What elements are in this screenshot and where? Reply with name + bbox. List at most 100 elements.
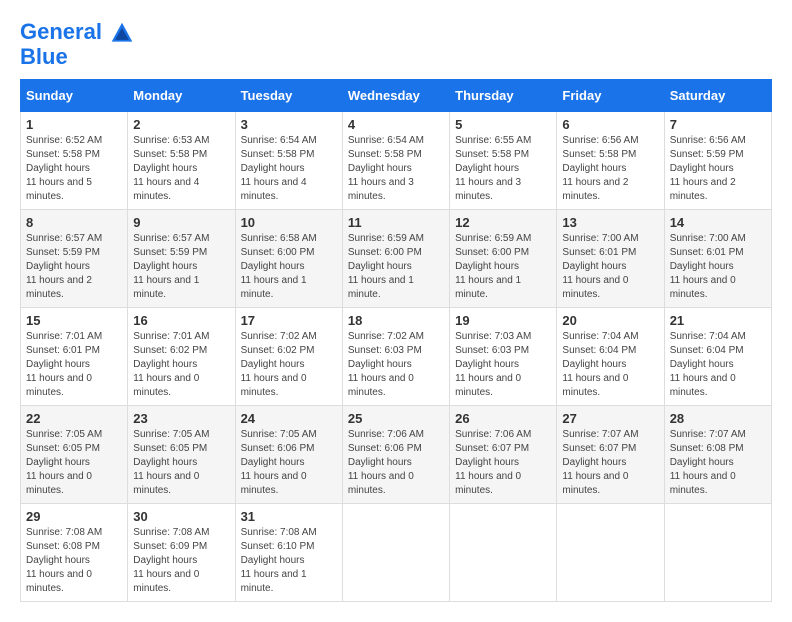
calendar-cell: 26 Sunrise: 7:06 AMSunset: 6:07 PMDayligh… <box>450 406 557 504</box>
calendar-cell: 31Sunrise: 7:08 AMSunset: 6:10 PMDayligh… <box>235 504 342 602</box>
day-info: Sunrise: 7:04 AMSunset: 6:04 PMDaylight … <box>562 330 658 400</box>
logo-text: General <box>20 20 134 45</box>
calendar-cell: 4 Sunrise: 6:54 AMSunset: 5:58 PMDaylight… <box>342 112 449 210</box>
day-number: 2 <box>133 117 229 132</box>
calendar-cell: 25Sunrise: 7:06 AMSunset: 6:06 PMDayligh… <box>342 406 449 504</box>
header-friday: Friday <box>557 80 664 112</box>
header-monday: Monday <box>128 80 235 112</box>
calendar-cell: 2 Sunrise: 6:53 AMSunset: 5:58 PMDaylight… <box>128 112 235 210</box>
day-number: 27 <box>562 411 658 426</box>
calendar-cell: 1Sunrise: 6:52 AMSunset: 5:58 PMDaylight… <box>21 112 128 210</box>
calendar-cell: 14 Sunrise: 7:00 AMSunset: 6:01 PMDayligh… <box>664 210 771 308</box>
logo-icon <box>110 21 134 45</box>
calendar-cell: 16 Sunrise: 7:01 AMSunset: 6:02 PMDayligh… <box>128 308 235 406</box>
calendar-cell: 13Sunrise: 7:00 AMSunset: 6:01 PMDayligh… <box>557 210 664 308</box>
header-saturday: Saturday <box>664 80 771 112</box>
calendar-cell: 8 Sunrise: 6:57 AMSunset: 5:59 PMDaylight… <box>21 210 128 308</box>
day-info: Sunrise: 7:02 AMSunset: 6:02 PMDaylight … <box>241 330 337 400</box>
calendar-cell: 21Sunrise: 7:04 AMSunset: 6:04 PMDayligh… <box>664 308 771 406</box>
calendar-table: SundayMondayTuesdayWednesdayThursdayFrid… <box>20 79 772 602</box>
day-info: Sunrise: 7:06 AMSunset: 6:07 PMDaylight … <box>455 428 551 498</box>
day-info: Sunrise: 7:03 AMSunset: 6:03 PMDaylight … <box>455 330 551 400</box>
day-number: 28 <box>670 411 766 426</box>
calendar-header-row: SundayMondayTuesdayWednesdayThursdayFrid… <box>21 80 772 112</box>
calendar-cell: 12 Sunrise: 6:59 AMSunset: 6:00 PMDayligh… <box>450 210 557 308</box>
day-number: 25 <box>348 411 444 426</box>
day-info: Sunrise: 6:58 AMSunset: 6:00 PMDaylight … <box>241 232 337 302</box>
day-info: Sunrise: 7:01 AMSunset: 6:01 PMDaylight … <box>26 330 122 400</box>
day-number: 21 <box>670 313 766 328</box>
calendar-cell <box>557 504 664 602</box>
calendar-cell: 11 Sunrise: 6:59 AMSunset: 6:00 PMDayligh… <box>342 210 449 308</box>
day-number: 22 <box>26 411 122 426</box>
day-info: Sunrise: 6:59 AMSunset: 6:00 PMDaylight … <box>455 232 551 302</box>
day-number: 9 <box>133 215 229 230</box>
calendar-row: 1Sunrise: 6:52 AMSunset: 5:58 PMDaylight… <box>21 112 772 210</box>
calendar-row: 22 Sunrise: 7:05 AMSunset: 6:05 PMDayligh… <box>21 406 772 504</box>
day-info: Sunrise: 7:05 AMSunset: 6:06 PMDaylight … <box>241 428 337 498</box>
calendar-cell: 30Sunrise: 7:08 AMSunset: 6:09 PMDayligh… <box>128 504 235 602</box>
day-info: Sunrise: 6:56 AMSunset: 5:59 PMDaylight … <box>670 134 766 204</box>
day-number: 18 <box>348 313 444 328</box>
calendar-cell: 9 Sunrise: 6:57 AMSunset: 5:59 PMDaylight… <box>128 210 235 308</box>
calendar-cell: 10 Sunrise: 6:58 AMSunset: 6:00 PMDayligh… <box>235 210 342 308</box>
day-info: Sunrise: 7:05 AMSunset: 6:05 PMDaylight … <box>133 428 229 498</box>
day-number: 10 <box>241 215 337 230</box>
calendar-cell <box>342 504 449 602</box>
day-number: 8 <box>26 215 122 230</box>
day-number: 26 <box>455 411 551 426</box>
day-info: Sunrise: 7:08 AMSunset: 6:10 PMDaylight … <box>241 526 337 596</box>
day-number: 7 <box>670 117 766 132</box>
day-info: Sunrise: 7:00 AMSunset: 6:01 PMDaylight … <box>562 232 658 302</box>
calendar-cell: 23 Sunrise: 7:05 AMSunset: 6:05 PMDayligh… <box>128 406 235 504</box>
calendar-cell: 15Sunrise: 7:01 AMSunset: 6:01 PMDayligh… <box>21 308 128 406</box>
day-number: 3 <box>241 117 337 132</box>
day-number: 16 <box>133 313 229 328</box>
day-number: 29 <box>26 509 122 524</box>
calendar-cell: 18 Sunrise: 7:02 AMSunset: 6:03 PMDayligh… <box>342 308 449 406</box>
logo-text-blue: Blue <box>20 45 134 69</box>
day-number: 19 <box>455 313 551 328</box>
calendar-row: 29 Sunrise: 7:08 AMSunset: 6:08 PMDayligh… <box>21 504 772 602</box>
header-sunday: Sunday <box>21 80 128 112</box>
day-info: Sunrise: 6:57 AMSunset: 5:59 PMDaylight … <box>133 232 229 302</box>
calendar-row: 15Sunrise: 7:01 AMSunset: 6:01 PMDayligh… <box>21 308 772 406</box>
day-info: Sunrise: 6:53 AMSunset: 5:58 PMDaylight … <box>133 134 229 204</box>
day-info: Sunrise: 7:07 AMSunset: 6:07 PMDaylight … <box>562 428 658 498</box>
header-wednesday: Wednesday <box>342 80 449 112</box>
day-info: Sunrise: 7:05 AMSunset: 6:05 PMDaylight … <box>26 428 122 498</box>
calendar-cell: 28Sunrise: 7:07 AMSunset: 6:08 PMDayligh… <box>664 406 771 504</box>
page-header: General Blue <box>20 20 772 69</box>
calendar-row: 8 Sunrise: 6:57 AMSunset: 5:59 PMDaylight… <box>21 210 772 308</box>
day-number: 14 <box>670 215 766 230</box>
day-info: Sunrise: 7:08 AMSunset: 6:09 PMDaylight … <box>133 526 229 596</box>
day-info: Sunrise: 6:56 AMSunset: 5:58 PMDaylight … <box>562 134 658 204</box>
day-info: Sunrise: 6:55 AMSunset: 5:58 PMDaylight … <box>455 134 551 204</box>
day-info: Sunrise: 7:01 AMSunset: 6:02 PMDaylight … <box>133 330 229 400</box>
calendar-cell: 19 Sunrise: 7:03 AMSunset: 6:03 PMDayligh… <box>450 308 557 406</box>
logo: General Blue <box>20 20 134 69</box>
day-info: Sunrise: 6:59 AMSunset: 6:00 PMDaylight … <box>348 232 444 302</box>
calendar-cell <box>450 504 557 602</box>
calendar-cell: 7 Sunrise: 6:56 AMSunset: 5:59 PMDaylight… <box>664 112 771 210</box>
day-number: 23 <box>133 411 229 426</box>
calendar-body: 1Sunrise: 6:52 AMSunset: 5:58 PMDaylight… <box>21 112 772 602</box>
calendar-cell: 22 Sunrise: 7:05 AMSunset: 6:05 PMDayligh… <box>21 406 128 504</box>
day-number: 12 <box>455 215 551 230</box>
day-info: Sunrise: 7:02 AMSunset: 6:03 PMDaylight … <box>348 330 444 400</box>
calendar-cell: 5 Sunrise: 6:55 AMSunset: 5:58 PMDaylight… <box>450 112 557 210</box>
day-number: 4 <box>348 117 444 132</box>
calendar-cell: 17Sunrise: 7:02 AMSunset: 6:02 PMDayligh… <box>235 308 342 406</box>
header-thursday: Thursday <box>450 80 557 112</box>
day-info: Sunrise: 6:57 AMSunset: 5:59 PMDaylight … <box>26 232 122 302</box>
day-number: 5 <box>455 117 551 132</box>
day-number: 11 <box>348 215 444 230</box>
day-info: Sunrise: 6:54 AMSunset: 5:58 PMDaylight … <box>348 134 444 204</box>
day-number: 1 <box>26 117 122 132</box>
day-info: Sunrise: 6:54 AMSunset: 5:58 PMDaylight … <box>241 134 337 204</box>
day-info: Sunrise: 7:08 AMSunset: 6:08 PMDaylight … <box>26 526 122 596</box>
calendar-cell: 24 Sunrise: 7:05 AMSunset: 6:06 PMDayligh… <box>235 406 342 504</box>
day-number: 24 <box>241 411 337 426</box>
header-tuesday: Tuesday <box>235 80 342 112</box>
day-info: Sunrise: 7:00 AMSunset: 6:01 PMDaylight … <box>670 232 766 302</box>
